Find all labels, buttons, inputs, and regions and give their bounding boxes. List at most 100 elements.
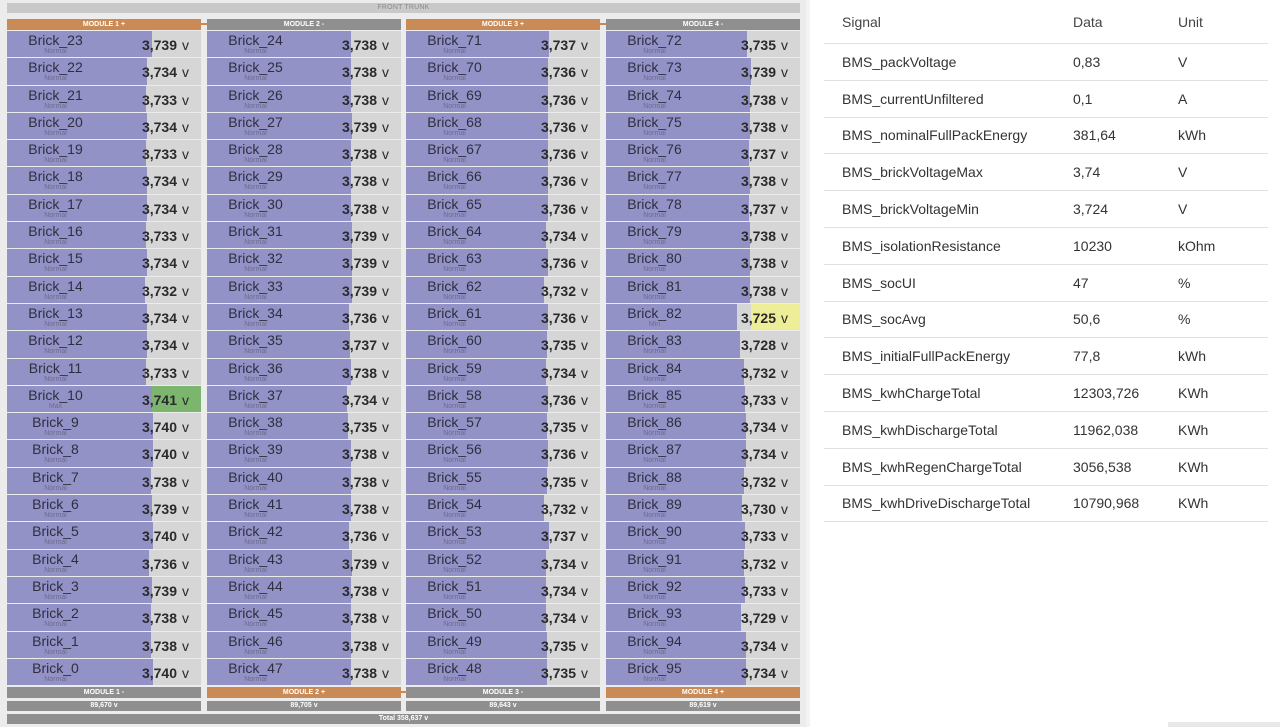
- brick-status: Normal: [443, 675, 466, 683]
- brick-row: Brick_51 Normal 3,734 v: [406, 576, 600, 604]
- brick-voltage-unit: v: [182, 91, 189, 108]
- brick-voltage: 3,729: [740, 610, 776, 627]
- brick-voltage: 3,738: [341, 64, 377, 81]
- brick-voltage-unit: v: [781, 309, 788, 326]
- brick-voltage: 3,734: [141, 255, 177, 272]
- brick-name: Brick_87: [627, 441, 682, 458]
- column-header-unit[interactable]: Unit: [1160, 0, 1268, 44]
- brick-status: Normal: [643, 48, 666, 55]
- brick-voltage-unit: v: [382, 37, 389, 53]
- brick-status: Normal: [244, 457, 267, 465]
- brick-row: Brick_28 Normal 3,738 v: [207, 140, 401, 167]
- brick-row: Brick_54 Normal 3,732 v: [406, 495, 600, 522]
- brick-name: Brick_11: [28, 359, 83, 376]
- signal-name-cell: BMS_packVoltage: [824, 43, 1055, 81]
- brick-voltage-unit: v: [781, 610, 788, 627]
- brick-row: Brick_19 Normal 3,733 v: [7, 140, 201, 167]
- column-header-data[interactable]: Data: [1055, 0, 1160, 44]
- brick-voltage: 3,738: [341, 610, 377, 627]
- signal-value-cell: 12303,726: [1055, 374, 1160, 412]
- brick-name: Brick_65: [427, 195, 482, 212]
- brick-status: Normal: [643, 539, 666, 547]
- brick-row: Brick_24 Normal 3,738 v: [207, 31, 401, 58]
- brick-voltage: 3,738: [341, 146, 377, 163]
- brick-status: Normal: [443, 621, 466, 629]
- brick-voltage: 3,734: [141, 200, 177, 217]
- brick-row: Brick_44 Normal 3,738 v: [207, 576, 401, 604]
- brick-voltage: 3,738: [341, 637, 377, 654]
- brick-voltage: 3,732: [540, 282, 576, 299]
- brick-row: Brick_0 Normal 3,740 v: [7, 658, 201, 686]
- signal-value-cell: 0,83: [1055, 43, 1160, 81]
- brick-row: Brick_78 Normal 3,737 v: [606, 194, 800, 222]
- brick-row: Brick_13 Normal 3,734 v: [7, 303, 201, 331]
- brick-voltage: 3,737: [540, 528, 576, 545]
- brick-name: Brick_52: [427, 550, 482, 567]
- brick-name: Brick_25: [228, 59, 283, 76]
- brick-voltage-unit: v: [781, 501, 788, 518]
- battery-pack-panel: FRONT TRUNK MODULE 1 + MODULE 1 - 89,670 v…: [0, 0, 806, 727]
- brick-voltage: 3,736: [540, 200, 576, 217]
- brick-name: Brick_80: [627, 250, 682, 267]
- brick-voltage-unit: v: [182, 200, 189, 217]
- brick-voltage: 3,736: [341, 309, 377, 326]
- table-row: BMS_kwhDischargeTotal 11962,038 KWh: [824, 411, 1268, 449]
- brick-voltage-unit: v: [382, 364, 389, 381]
- brick-name: Brick_91: [627, 550, 682, 567]
- brick-row: Brick_89 Normal 3,730 v: [606, 495, 800, 522]
- brick-voltage-unit: v: [581, 610, 588, 627]
- brick-status: Normal: [244, 48, 267, 55]
- table-row: BMS_socAvg 50,6%: [824, 301, 1268, 339]
- brick-voltage-unit: v: [382, 118, 389, 135]
- signal-unit-cell: %: [1160, 301, 1268, 339]
- brick-voltage-unit: v: [581, 282, 588, 299]
- module-3-header: MODULE 3 +: [406, 19, 600, 30]
- brick-name: Brick_62: [427, 277, 482, 294]
- brick-voltage: 3,734: [540, 364, 576, 381]
- brick-voltage-unit: v: [382, 309, 389, 326]
- brick-status: Normal: [443, 211, 466, 219]
- brick-voltage-unit: v: [182, 37, 189, 53]
- brick-voltage: 3,734: [540, 582, 576, 599]
- brick-status: Normal: [443, 512, 466, 520]
- brick-row: Brick_86 Normal 3,734 v: [606, 413, 800, 440]
- brick-status: Normal: [643, 211, 666, 219]
- signal-unit-cell: %: [1160, 264, 1268, 302]
- brick-voltage: 3,732: [141, 282, 177, 299]
- brick-name: Brick_88: [627, 468, 682, 485]
- brick-voltage: 3,735: [540, 473, 576, 490]
- brick-voltage-unit: v: [182, 173, 189, 190]
- brick-row: Brick_74 Normal 3,738 v: [606, 85, 800, 112]
- brick-name: Brick_72: [627, 32, 682, 48]
- brick-name: Brick_95: [627, 659, 682, 676]
- brick-voltage-unit: v: [581, 582, 588, 599]
- table-row: BMS_socUI 47%: [824, 264, 1268, 302]
- brick-row: Brick_15 Normal 3,734 v: [7, 249, 201, 276]
- brick-voltage-unit: v: [581, 37, 588, 53]
- brick-row: Brick_83 Normal 3,728 v: [606, 331, 800, 358]
- brick-voltage-unit: v: [781, 364, 788, 381]
- brick-voltage-unit: v: [581, 419, 588, 436]
- brick-voltage-unit: v: [182, 664, 189, 681]
- signal-name-cell: BMS_initialFullPackEnergy: [824, 337, 1055, 376]
- brick-voltage: 3,737: [740, 146, 776, 163]
- brick-status: Normal: [443, 348, 466, 356]
- brick-status: Normal: [643, 621, 666, 629]
- signal-unit-cell: KWh: [1160, 485, 1268, 523]
- brick-row: Brick_46 Normal 3,738 v: [207, 631, 401, 658]
- brick-status: Normal: [244, 348, 267, 356]
- brick-status: Normal: [443, 593, 466, 601]
- brick-name: Brick_68: [427, 113, 482, 130]
- signal-value-cell: 10790,968: [1055, 485, 1160, 523]
- brick-name: Brick_4: [32, 550, 79, 567]
- brick-status: Normal: [643, 375, 666, 383]
- brick-name: Brick_75: [627, 113, 682, 130]
- brick-row: Brick_31 Normal 3,739 v: [207, 222, 401, 249]
- brick-name: Brick_42: [228, 523, 283, 540]
- signals-table: Signal Data Unit BMS_packVoltage 0,83 V BMS…: [824, 0, 1268, 523]
- brick-row: Brick_85 Normal 3,733 v: [606, 385, 800, 413]
- column-header-signal[interactable]: Signal: [824, 0, 1055, 44]
- signal-unit-cell: KWh: [1160, 374, 1268, 412]
- brick-name: Brick_37: [228, 386, 283, 403]
- brick-name: Brick_57: [427, 414, 482, 431]
